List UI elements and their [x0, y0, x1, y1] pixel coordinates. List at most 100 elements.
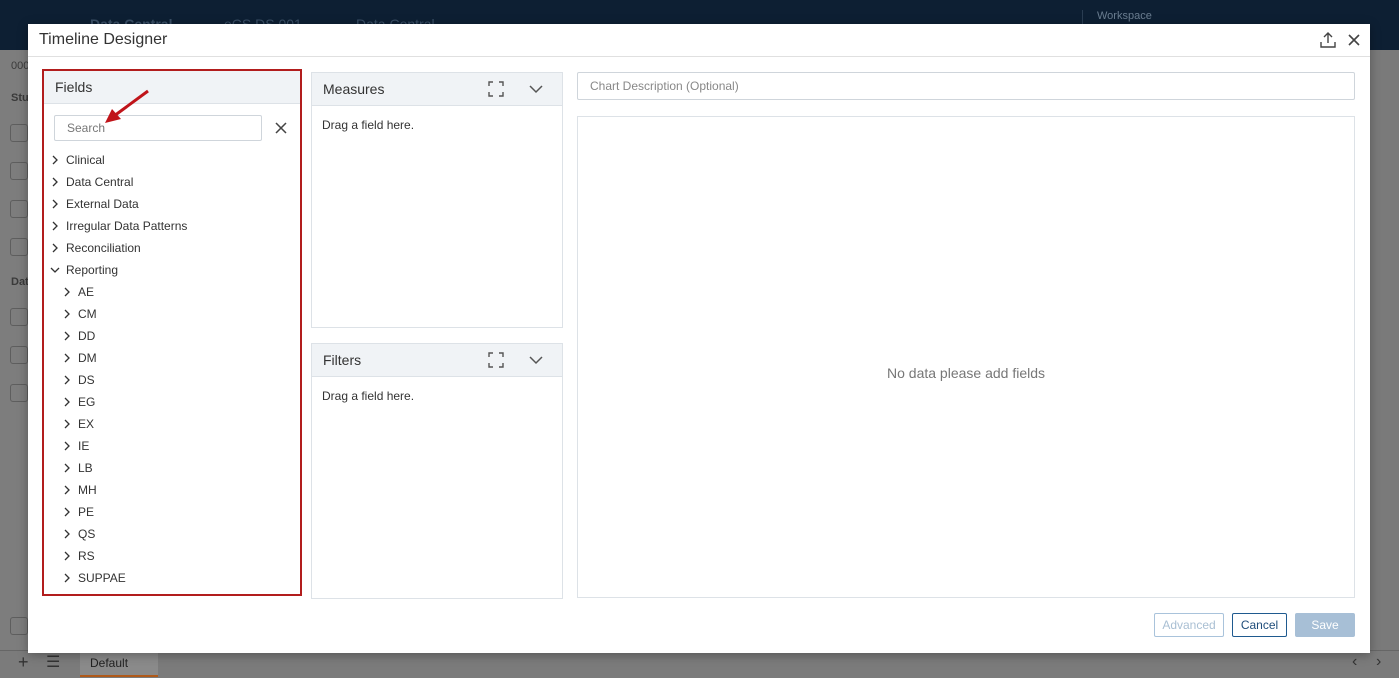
cancel-button[interactable]: Cancel — [1232, 613, 1287, 637]
bottom-tabbar: + ☰ Default ‹ › — [0, 650, 1399, 678]
chevron-down-icon[interactable] — [50, 265, 60, 275]
chevron-right-icon[interactable] — [62, 551, 72, 561]
share-icon — [10, 308, 28, 326]
search-icon — [10, 162, 28, 180]
next-icon: › — [1376, 653, 1382, 670]
dialog-title: Timeline Designer — [39, 31, 168, 48]
tree-node[interactable]: External Data — [50, 194, 139, 214]
chevron-right-icon[interactable] — [62, 441, 72, 451]
filters-drop-zone[interactable]: Drag a field here. — [322, 389, 414, 403]
tree-node[interactable]: DD — [62, 326, 95, 346]
tree-node-label: DM — [78, 351, 97, 365]
tree-node-label: EX — [78, 417, 95, 431]
empty-chart-message: No data please add fields — [887, 365, 1045, 381]
chevron-right-icon[interactable] — [62, 485, 72, 495]
tree-node[interactable]: AE — [62, 282, 94, 302]
chevron-right-icon[interactable] — [50, 199, 60, 209]
chevron-right-icon[interactable] — [62, 375, 72, 385]
chevron-right-icon[interactable] — [62, 287, 72, 297]
tree-node-label: AE — [78, 285, 95, 299]
measures-drop-zone[interactable]: Drag a field here. — [322, 118, 414, 132]
export-icon[interactable] — [1318, 30, 1338, 50]
tree-node-label: Clinical — [66, 153, 105, 167]
clipboard-icon — [10, 238, 28, 256]
timeline-designer-dialog: Timeline Designer Fields Clinical Data Ce… — [28, 24, 1370, 653]
dialog-header: Timeline Designer — [28, 24, 1370, 57]
chevron-right-icon[interactable] — [50, 155, 60, 165]
tree-node[interactable]: PE — [62, 502, 94, 522]
tree-node[interactable]: Reporting — [50, 260, 118, 280]
database-icon — [10, 617, 28, 635]
fields-panel: Fields Clinical Data Central External Data… — [42, 69, 302, 596]
chevron-right-icon[interactable] — [62, 309, 72, 319]
tree-node-label: Reporting — [66, 263, 119, 277]
measures-header: Measures — [312, 73, 562, 106]
tree-node-label: IE — [78, 439, 90, 453]
save-button[interactable]: Save — [1295, 613, 1355, 637]
chart-description-input[interactable] — [577, 72, 1355, 100]
chevron-right-icon[interactable] — [62, 573, 72, 583]
fields-title: Fields — [55, 79, 93, 95]
tree-node-label: EG — [78, 395, 96, 409]
chart-preview: No data please add fields — [577, 116, 1355, 598]
tree-node[interactable]: DS — [62, 370, 95, 390]
tree-node-label: QS — [78, 527, 96, 541]
measures-title: Measures — [323, 81, 385, 97]
tree-node-label: MH — [78, 483, 97, 497]
chevron-right-icon[interactable] — [62, 507, 72, 517]
chevron-right-icon[interactable] — [62, 353, 72, 363]
tree-node[interactable]: IE — [62, 436, 89, 456]
chevron-right-icon[interactable] — [62, 529, 72, 539]
fields-header: Fields — [44, 71, 300, 104]
tree-node-label: RS — [78, 549, 95, 563]
tree-node[interactable]: Clinical — [50, 150, 105, 170]
side-label-3: Dat — [11, 276, 29, 288]
filters-panel: Filters Drag a field here. — [311, 343, 563, 599]
tabs-menu-icon: ☰ — [46, 654, 61, 671]
fields-search-input[interactable] — [54, 115, 262, 141]
tree-node-label: Reconciliation — [66, 241, 141, 255]
tree-node[interactable]: CM — [62, 304, 97, 324]
expand-icon[interactable] — [488, 81, 504, 97]
chevron-down-icon[interactable] — [528, 352, 544, 368]
chevron-right-icon[interactable] — [50, 221, 60, 231]
tree-node[interactable]: EX — [62, 414, 94, 434]
tree-node[interactable]: MH — [62, 480, 97, 500]
tree-node[interactable]: Data Central — [50, 172, 133, 192]
tree-node[interactable]: QS — [62, 524, 95, 544]
advanced-button[interactable]: Advanced — [1154, 613, 1224, 637]
tree-node-label: LB — [78, 461, 93, 475]
side-label-2: Stu — [11, 92, 29, 104]
chevron-right-icon[interactable] — [62, 419, 72, 429]
tree-node-label: CM — [78, 307, 97, 321]
chevron-right-icon[interactable] — [62, 331, 72, 341]
tree-node[interactable]: LB — [62, 458, 93, 478]
expand-icon[interactable] — [488, 352, 504, 368]
tab-default-label: Default — [90, 656, 129, 670]
tree-node-label: Irregular Data Patterns — [66, 219, 188, 233]
tree-node-label: DD — [78, 329, 96, 343]
users-icon — [10, 124, 28, 142]
measures-panel: Measures Drag a field here. — [311, 72, 563, 328]
app-sidebar: 000 Stu Dat — [0, 50, 29, 650]
tree-node[interactable]: RS — [62, 546, 95, 566]
workspace-label: Workspace — [1097, 10, 1152, 22]
tree-node[interactable]: Irregular Data Patterns — [50, 216, 187, 236]
tree-node-label: PE — [78, 505, 95, 519]
chevron-right-icon[interactable] — [50, 177, 60, 187]
chart-icon — [10, 384, 28, 402]
chevron-down-icon[interactable] — [528, 81, 544, 97]
chevron-right-icon[interactable] — [50, 243, 60, 253]
tab-default: Default — [80, 651, 158, 677]
close-icon[interactable] — [1344, 30, 1364, 50]
tree-node[interactable]: DM — [62, 348, 97, 368]
filters-title: Filters — [323, 352, 362, 368]
tag-icon — [10, 200, 28, 218]
clear-search-icon[interactable] — [274, 121, 288, 135]
chevron-right-icon[interactable] — [62, 463, 72, 473]
add-tab-icon: + — [18, 652, 29, 672]
tree-node[interactable]: EG — [62, 392, 95, 412]
tree-node[interactable]: SUPPAE — [62, 568, 126, 588]
chevron-right-icon[interactable] — [62, 397, 72, 407]
tree-node[interactable]: Reconciliation — [50, 238, 141, 258]
